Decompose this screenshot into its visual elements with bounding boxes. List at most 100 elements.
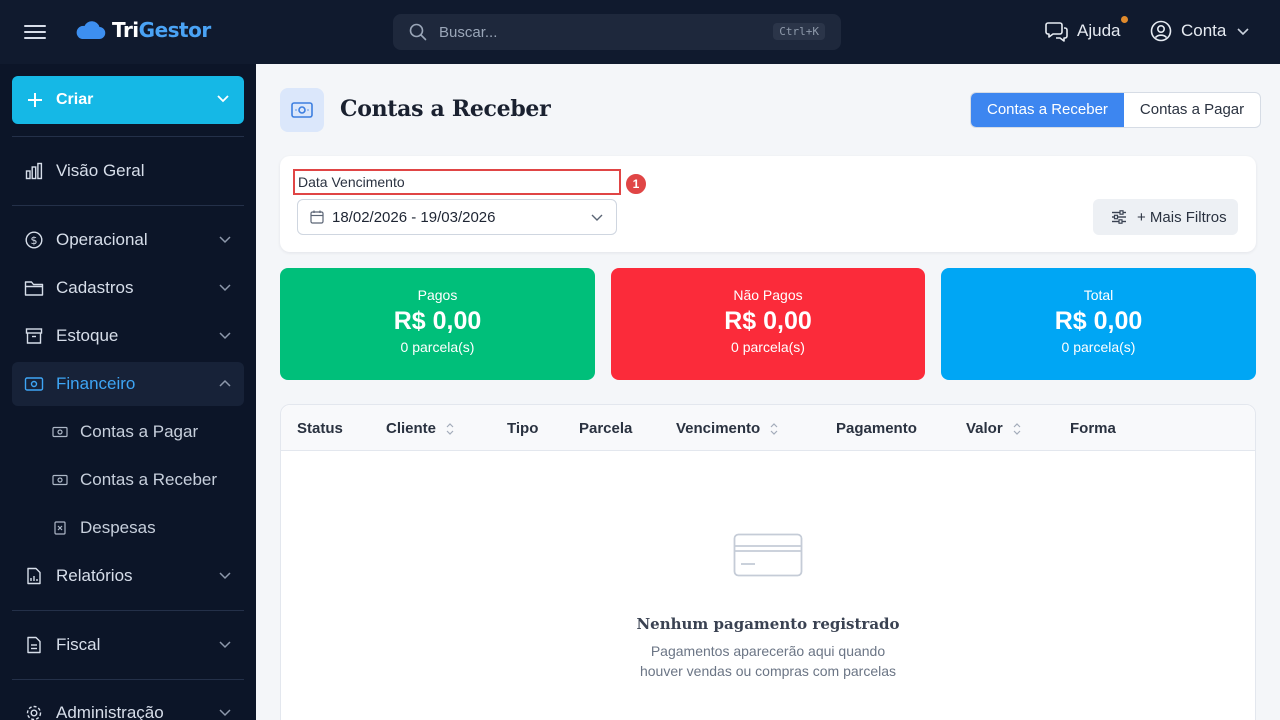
main-content: Contas a Receber Contas a Receber Contas… (256, 64, 1280, 720)
accounts-toggle: Contas a Receber Contas a Pagar (970, 92, 1262, 128)
app-logo[interactable]: TriGestor (74, 18, 211, 42)
sidebar-subitem-label: Despesas (80, 518, 156, 537)
column-label: Parcela (579, 420, 633, 437)
chevron-down-icon (219, 572, 231, 580)
archive-box-icon (24, 326, 44, 346)
sidebar-item-overview[interactable]: Visão Geral (12, 149, 244, 193)
top-bar: TriGestor Buscar... Ctrl+K Ajuda Conta (0, 0, 1280, 64)
sidebar-item-stock[interactable]: Estoque (12, 314, 244, 358)
chevron-down-icon (219, 641, 231, 649)
menu-icon[interactable] (24, 22, 46, 42)
column-label: Forma (1070, 420, 1116, 437)
payments-table: Status Cliente Tipo Parcela Vencimento P… (280, 404, 1256, 720)
toggle-receivables[interactable]: Contas a Receber (971, 93, 1124, 127)
sort-icon (1013, 422, 1021, 435)
column-header-client[interactable]: Cliente (386, 420, 454, 437)
sidebar-subitem-payables[interactable]: Contas a Pagar (52, 414, 198, 450)
column-header-method: Forma (1070, 420, 1116, 437)
stat-amount: R$ 0,00 (724, 307, 812, 335)
bar-chart-icon (24, 161, 44, 181)
sidebar-subitem-receivables[interactable]: Contas a Receber (52, 462, 217, 498)
sidebar-item-label: Cadastros (56, 278, 134, 297)
banknote-icon (52, 472, 68, 488)
stat-count: 0 parcela(s) (400, 339, 475, 355)
filter-card: Data Vencimento 1 18/02/2026 - 19/03/202… (280, 156, 1256, 252)
sidebar: Criar Visão Geral $ Operacional Cadastro… (0, 64, 256, 720)
sidebar-subitem-expenses[interactable]: Despesas (52, 510, 156, 546)
sidebar-item-financial[interactable]: Financeiro (12, 362, 244, 406)
column-header-value[interactable]: Valor (966, 420, 1021, 437)
table-header: Status Cliente Tipo Parcela Vencimento P… (281, 405, 1255, 451)
column-header-type: Tipo (507, 420, 538, 437)
date-range-value: 18/02/2026 - 19/03/2026 (332, 208, 496, 226)
create-button[interactable]: Criar (12, 76, 244, 124)
sort-icon (770, 422, 778, 435)
sidebar-item-registers[interactable]: Cadastros (12, 266, 244, 310)
empty-state-title: Nenhum pagamento registrado (636, 615, 900, 633)
banknote-icon (280, 88, 324, 132)
date-range-picker[interactable]: 18/02/2026 - 19/03/2026 (297, 199, 617, 235)
column-label: Valor (966, 420, 1003, 437)
column-label: Status (297, 420, 343, 437)
empty-state-line: houver vendas ou compras com parcelas (639, 663, 897, 679)
chevron-down-icon (219, 236, 231, 244)
unpaid-summary-card: Não Pagos R$ 0,00 0 parcela(s) (611, 268, 925, 380)
stat-label: Pagos (417, 287, 458, 303)
search-input[interactable]: Buscar... Ctrl+K (393, 14, 841, 50)
banknote-icon (24, 374, 44, 394)
sliders-icon (1112, 210, 1126, 224)
sidebar-item-label: Financeiro (56, 374, 136, 393)
sidebar-divider (12, 205, 244, 206)
stat-label: Não Pagos (733, 287, 803, 303)
sidebar-item-reports[interactable]: Relatórios (12, 554, 244, 598)
sidebar-divider (12, 610, 244, 611)
sidebar-item-label: Administração (56, 703, 164, 720)
search-shortcut: Ctrl+K (773, 23, 825, 40)
search-placeholder: Buscar... (439, 23, 498, 41)
dollar-circle-icon: $ (24, 230, 44, 250)
app-name-part2: Gestor (138, 18, 212, 42)
chevron-down-icon (219, 332, 231, 340)
column-header-payment: Pagamento (836, 420, 917, 437)
column-label: Tipo (507, 420, 539, 437)
sidebar-item-fiscal[interactable]: Fiscal (12, 623, 244, 667)
sidebar-item-label: Relatórios (56, 566, 133, 585)
column-header-due[interactable]: Vencimento (676, 420, 778, 437)
empty-state-description: Pagamentos aparecerão aqui quando houver… (281, 641, 1255, 681)
account-menu[interactable]: Conta (1150, 20, 1250, 42)
chat-help-icon (1045, 22, 1068, 42)
help-button[interactable]: Ajuda (1045, 16, 1128, 42)
cloud-logo-icon (76, 21, 106, 40)
more-filters-label: + Mais Filtros (1137, 208, 1227, 226)
chevron-down-icon (217, 95, 229, 103)
chevron-down-icon (1237, 28, 1249, 36)
help-notification-dot (1121, 16, 1128, 23)
report-chart-icon (24, 566, 44, 586)
total-summary-card: Total R$ 0,00 0 parcela(s) (941, 268, 1256, 380)
chevron-down-icon (219, 709, 231, 717)
create-label: Criar (56, 91, 94, 108)
column-label: Pagamento (836, 420, 917, 437)
column-header-installment: Parcela (579, 420, 632, 437)
sidebar-item-admin[interactable]: Administração (12, 691, 244, 720)
stat-count: 0 parcela(s) (731, 339, 805, 355)
due-date-label: Data Vencimento 1 (293, 169, 648, 196)
column-label: Vencimento (676, 420, 761, 437)
gear-icon (24, 703, 44, 720)
receipt-icon (52, 520, 68, 536)
folder-icon (24, 278, 44, 298)
stat-label: Total (1083, 287, 1114, 303)
due-date-label-text: Data Vencimento (298, 174, 405, 190)
more-filters-button[interactable]: + Mais Filtros (1093, 199, 1238, 235)
sidebar-subitem-label: Contas a Pagar (80, 422, 199, 441)
sidebar-item-operational[interactable]: $ Operacional (12, 218, 244, 262)
user-circle-icon (1150, 20, 1172, 42)
search-icon (409, 23, 427, 41)
empty-state-line: Pagamentos aparecerão aqui quando (650, 643, 886, 659)
sidebar-subitem-label: Contas a Receber (80, 470, 218, 489)
toggle-payables[interactable]: Contas a Pagar (1124, 93, 1260, 127)
chevron-down-icon (219, 284, 231, 292)
paid-summary-card: Pagos R$ 0,00 0 parcela(s) (280, 268, 595, 380)
sidebar-item-label: Visão Geral (56, 161, 145, 180)
annotation-badge: 1 (624, 172, 648, 196)
